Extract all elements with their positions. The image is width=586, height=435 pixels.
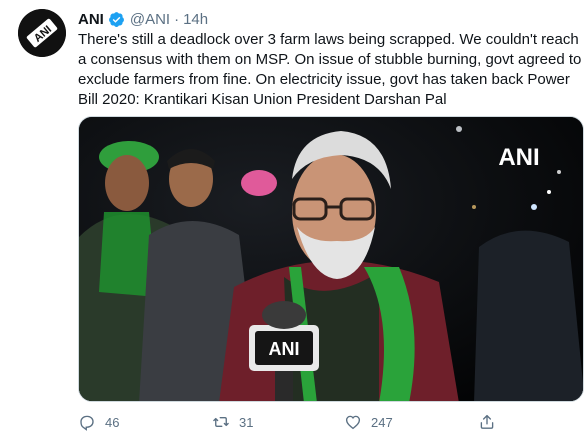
like-count: 247	[371, 414, 393, 430]
retweet-button[interactable]: 31	[212, 412, 253, 432]
retweet-icon	[213, 416, 229, 428]
separator-dot: ·	[174, 10, 180, 28]
reply-button[interactable]: 46	[78, 412, 119, 432]
tweet-text: There's still a deadlock over 3 farm law…	[78, 31, 582, 108]
ani-logo-icon: ANI	[18, 9, 66, 57]
tweet-header: ANI @ANI · 14h	[78, 9, 208, 29]
reply-icon	[80, 415, 94, 431]
like-button[interactable]: 247	[344, 412, 393, 432]
retweet-count: 31	[239, 414, 254, 430]
tweet-card[interactable]: ANI ANI @ANI · 14h There's still a deadl…	[0, 0, 586, 435]
media-watermark: ANI	[498, 144, 539, 171]
heart-icon	[345, 415, 361, 430]
author-handle[interactable]: @ANI	[130, 11, 170, 28]
tweet-timestamp[interactable]: 14h	[183, 11, 208, 28]
mic-logo: ANI	[269, 339, 300, 359]
author-name[interactable]: ANI	[78, 11, 104, 28]
avatar[interactable]: ANI	[18, 9, 66, 57]
share-button[interactable]	[478, 412, 496, 432]
news-video-frame: ANI ANI	[79, 117, 583, 401]
share-icon	[480, 414, 494, 429]
reply-count: 46	[105, 414, 120, 430]
tweet-media-image[interactable]: ANI ANI	[78, 116, 584, 402]
verified-badge-icon	[108, 11, 124, 27]
